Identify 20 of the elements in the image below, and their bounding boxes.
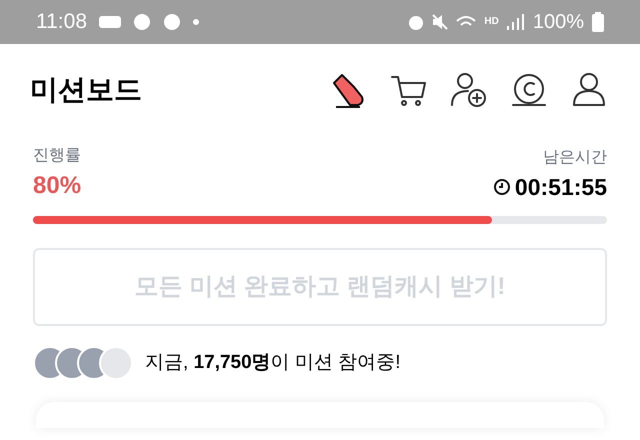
page-title: 미션보드: [30, 73, 142, 107]
remaining-time: 00:51:55: [514, 172, 607, 202]
coin-icon[interactable]: [510, 71, 548, 109]
mute-icon: [432, 14, 448, 30]
battery-percent: 100%: [532, 10, 584, 35]
user-icon[interactable]: [570, 71, 608, 109]
remaining-time-label: 남은시간: [543, 148, 607, 168]
battery-icon: [592, 12, 604, 32]
progress-percent: 80%: [33, 171, 82, 201]
clock-time: 11:08: [36, 9, 87, 36]
participants-text: 지금, 17,750명이 미션 참여중!: [145, 350, 401, 375]
dot-icon: [193, 19, 199, 25]
app-notification-icon: [133, 13, 151, 31]
progress-label: 진행률: [33, 146, 82, 166]
app-notification-icon: [163, 13, 181, 31]
add-user-icon[interactable]: [450, 71, 488, 109]
signal-icon: [506, 14, 525, 30]
hd-voice-label: HD: [484, 17, 499, 27]
app-notification-icon: [99, 16, 121, 28]
clock-icon: [492, 178, 511, 196]
